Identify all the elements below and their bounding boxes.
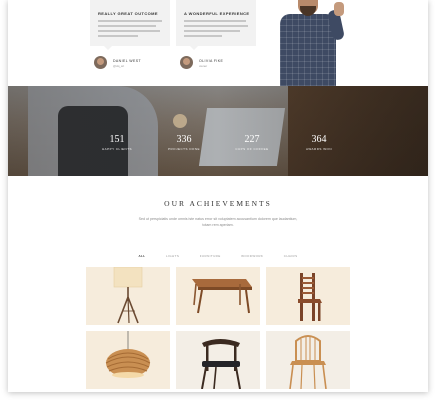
man-waving-image bbox=[274, 0, 352, 86]
stat-label: HAPPY CLIENTS bbox=[101, 147, 133, 151]
author-role: owner bbox=[199, 64, 208, 68]
portfolio-item-lamp-pendant[interactable] bbox=[86, 331, 170, 389]
portfolio-item-chair-slatted[interactable] bbox=[266, 267, 350, 325]
section-description: Sed ut perspiciatis unde omnis iste natu… bbox=[138, 217, 298, 227]
author-name: DANIEL WEST bbox=[113, 59, 141, 63]
stat-number: 336 bbox=[176, 134, 192, 145]
card-pointer bbox=[104, 46, 112, 50]
card-pointer bbox=[190, 46, 198, 50]
portfolio-item-chair-spindle[interactable] bbox=[266, 331, 350, 389]
page: REALLY GREAT OUTCOME DANIEL WEST @dq_wt … bbox=[8, 0, 428, 392]
testimonial-title: REALLY GREAT OUTCOME bbox=[98, 11, 158, 16]
stats-banner: 151 HAPPY CLIENTS 336 PROJECTS DONE 227 … bbox=[8, 86, 428, 176]
banner-overlay bbox=[8, 86, 428, 176]
author-name: OLIVIA FIKE bbox=[199, 59, 224, 63]
testimonial-text bbox=[98, 20, 162, 40]
author-role: @dq_wt bbox=[113, 64, 125, 68]
stat-number: 151 bbox=[109, 134, 125, 145]
testimonial-card: REALLY GREAT OUTCOME bbox=[90, 0, 170, 46]
stat-label: PROJECTS DONE bbox=[167, 147, 200, 151]
portfolio-item-chair-armchair[interactable] bbox=[176, 331, 260, 389]
stat-label: AWARDS WON bbox=[305, 147, 333, 151]
filter-furniture[interactable]: FURNITURE bbox=[192, 253, 229, 259]
filter-all[interactable]: ALL bbox=[131, 253, 154, 259]
stat-cups-of-coffee: 227 CUPS OF COFFEE bbox=[227, 134, 277, 151]
avatar bbox=[180, 56, 193, 69]
portfolio-item-lamp-tripod[interactable] bbox=[86, 267, 170, 325]
testimonial-title: A WONDERFUL EXPERIENCE bbox=[184, 11, 250, 16]
testimonial-card: A WONDERFUL EXPERIENCE bbox=[176, 0, 256, 46]
stat-projects-done: 336 PROJECTS DONE bbox=[159, 134, 209, 151]
testimonial-text bbox=[184, 20, 248, 40]
stat-number: 364 bbox=[311, 134, 327, 145]
stat-awards-won: 364 AWARDS WON bbox=[294, 134, 344, 151]
section-title: OUR ACHIEVEMENTS bbox=[164, 199, 272, 208]
filter-chairs[interactable]: CHAIRS bbox=[276, 253, 306, 259]
avatar bbox=[94, 56, 107, 69]
stat-number: 227 bbox=[244, 134, 260, 145]
filter-woodwork[interactable]: WOODWORK bbox=[233, 253, 271, 259]
portfolio-filters: ALL LIGHTS FURNITURE WOODWORK CHAIRS bbox=[8, 244, 428, 262]
stat-happy-clients: 151 HAPPY CLIENTS bbox=[92, 134, 142, 151]
stat-label: CUPS OF COFFEE bbox=[235, 147, 269, 151]
filter-lights[interactable]: LIGHTS bbox=[158, 253, 187, 259]
portfolio-item-table[interactable] bbox=[176, 267, 260, 325]
